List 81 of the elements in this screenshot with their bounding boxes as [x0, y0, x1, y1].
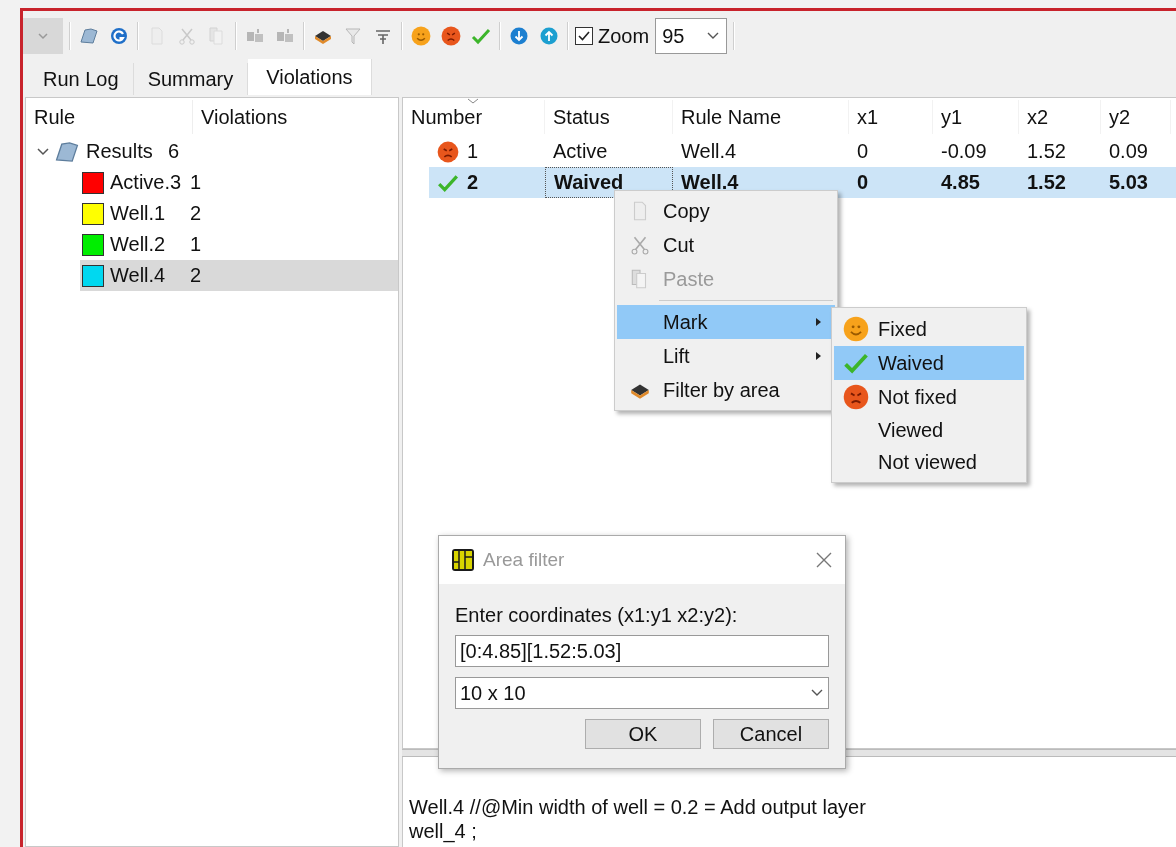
table-cell: 2 [467, 171, 479, 194]
table-cell: 1.52 [1027, 171, 1066, 194]
tree-row[interactable]: Results 6 [26, 136, 398, 167]
coordinates-field[interactable]: [0:4.85][1.52:5.03] [455, 635, 829, 667]
tab[interactable]: Violations [248, 59, 372, 95]
rule-name: Active.3 [110, 171, 183, 194]
table-cell: Well.4 [681, 140, 737, 163]
tree-row[interactable]: Well.2 1 [80, 229, 398, 260]
sort-indicator-icon [467, 98, 479, 104]
folder-icon [79, 26, 99, 46]
dialog-title: Area filter [483, 549, 566, 571]
table-row[interactable]: 1 Active Well.4 0 -0.09 1.52 0.09 [403, 136, 1176, 167]
column-header[interactable]: Number [403, 100, 545, 134]
rule-name: Well.1 [110, 202, 167, 225]
table-cell: -0.09 [941, 140, 987, 163]
table-cell: Active [553, 140, 608, 163]
table-row[interactable]: 2 Waived Well.4 0 4.85 1.52 5.03 [429, 167, 1176, 198]
dialog-button[interactable]: Cancel [713, 719, 829, 749]
smiley-icon [843, 316, 869, 342]
table-cell: 4.85 [941, 171, 980, 194]
checkmark-icon [471, 26, 491, 46]
violation-count: 1 [190, 233, 202, 256]
arrow-down-circle-icon [509, 26, 529, 46]
menu-item[interactable]: Lift [617, 339, 835, 373]
angry-face-icon [437, 140, 459, 163]
column-header[interactable]: Status [545, 100, 673, 134]
menu-item[interactable]: Mark [617, 305, 835, 339]
table-cell: 0 [857, 171, 869, 194]
rule-name: Results [86, 140, 154, 163]
rule-text: Well.4 //@Min width of well = 0.2 = Add output layer [409, 795, 867, 819]
angry-face-icon [843, 384, 869, 410]
violation-count: 2 [190, 264, 202, 287]
zoom-label: Zoom [598, 24, 650, 48]
dialog-button[interactable]: OK [585, 719, 701, 749]
tree-row[interactable]: Well.1 2 [80, 198, 398, 229]
menu-item[interactable]: Cut [617, 228, 835, 262]
table-cell: Well.4 [681, 171, 739, 194]
chevron-down-icon [810, 688, 824, 698]
tree-row[interactable]: Well.4 2 [80, 260, 398, 291]
column-header[interactable]: y1 [933, 100, 1019, 134]
scissors-icon [177, 26, 197, 46]
table-cell: Waived [554, 171, 624, 194]
menu-item[interactable]: Fixed [834, 312, 1024, 346]
close-icon[interactable] [815, 551, 833, 569]
table-cell: 1.52 [1027, 140, 1066, 163]
grid-size-dropdown[interactable]: 10 x 10 [455, 677, 829, 709]
zoom-checkbox[interactable] [575, 27, 593, 45]
column-header[interactable]: Rule Name [673, 100, 849, 134]
menu-item[interactable]: Waived [834, 346, 1024, 380]
violation-count: 2 [190, 202, 202, 225]
rule-name: Well.4 [110, 264, 167, 287]
column-header[interactable]: Rule [26, 100, 193, 134]
menu-item[interactable]: Filter by area [617, 373, 835, 407]
chevron-down-icon [706, 31, 721, 41]
rule-name: Well.2 [110, 233, 167, 256]
table-cell: 0.09 [1109, 140, 1148, 163]
refresh-icon [109, 26, 129, 46]
rule-text: well_4 ; [409, 819, 478, 843]
menu-item[interactable]: Viewed [834, 414, 1024, 446]
column-header[interactable]: x2 [1019, 100, 1101, 134]
violation-count: 1 [190, 171, 202, 194]
violation-count: 6 [168, 140, 180, 163]
arrow-up-circle-icon [539, 26, 559, 46]
angry-face-icon [441, 26, 461, 46]
column-header[interactable]: y2 [1101, 100, 1171, 134]
smiley-icon [411, 26, 431, 46]
table-cell: 5.03 [1109, 171, 1148, 194]
submenu-arrow-icon [815, 317, 823, 327]
scissors-icon [629, 234, 651, 256]
menu-item[interactable]: Not fixed [834, 380, 1024, 414]
table-cell: 1 [467, 140, 479, 163]
zoom-dropdown[interactable]: 95 [655, 18, 728, 54]
submenu-arrow-icon [815, 351, 823, 361]
menu-item[interactable]: Not viewed [834, 446, 1024, 478]
funnel-icon [343, 26, 363, 46]
tree-row[interactable]: Active.3 1 [80, 167, 398, 198]
column-header[interactable]: Violations [193, 100, 288, 134]
chip-board-icon [451, 548, 475, 572]
table-cell: 0 [857, 140, 869, 163]
coordinates-label: Enter coordinates (x1:y1 x2:y2): [455, 604, 739, 627]
column-header[interactable]: x1 [849, 100, 933, 134]
